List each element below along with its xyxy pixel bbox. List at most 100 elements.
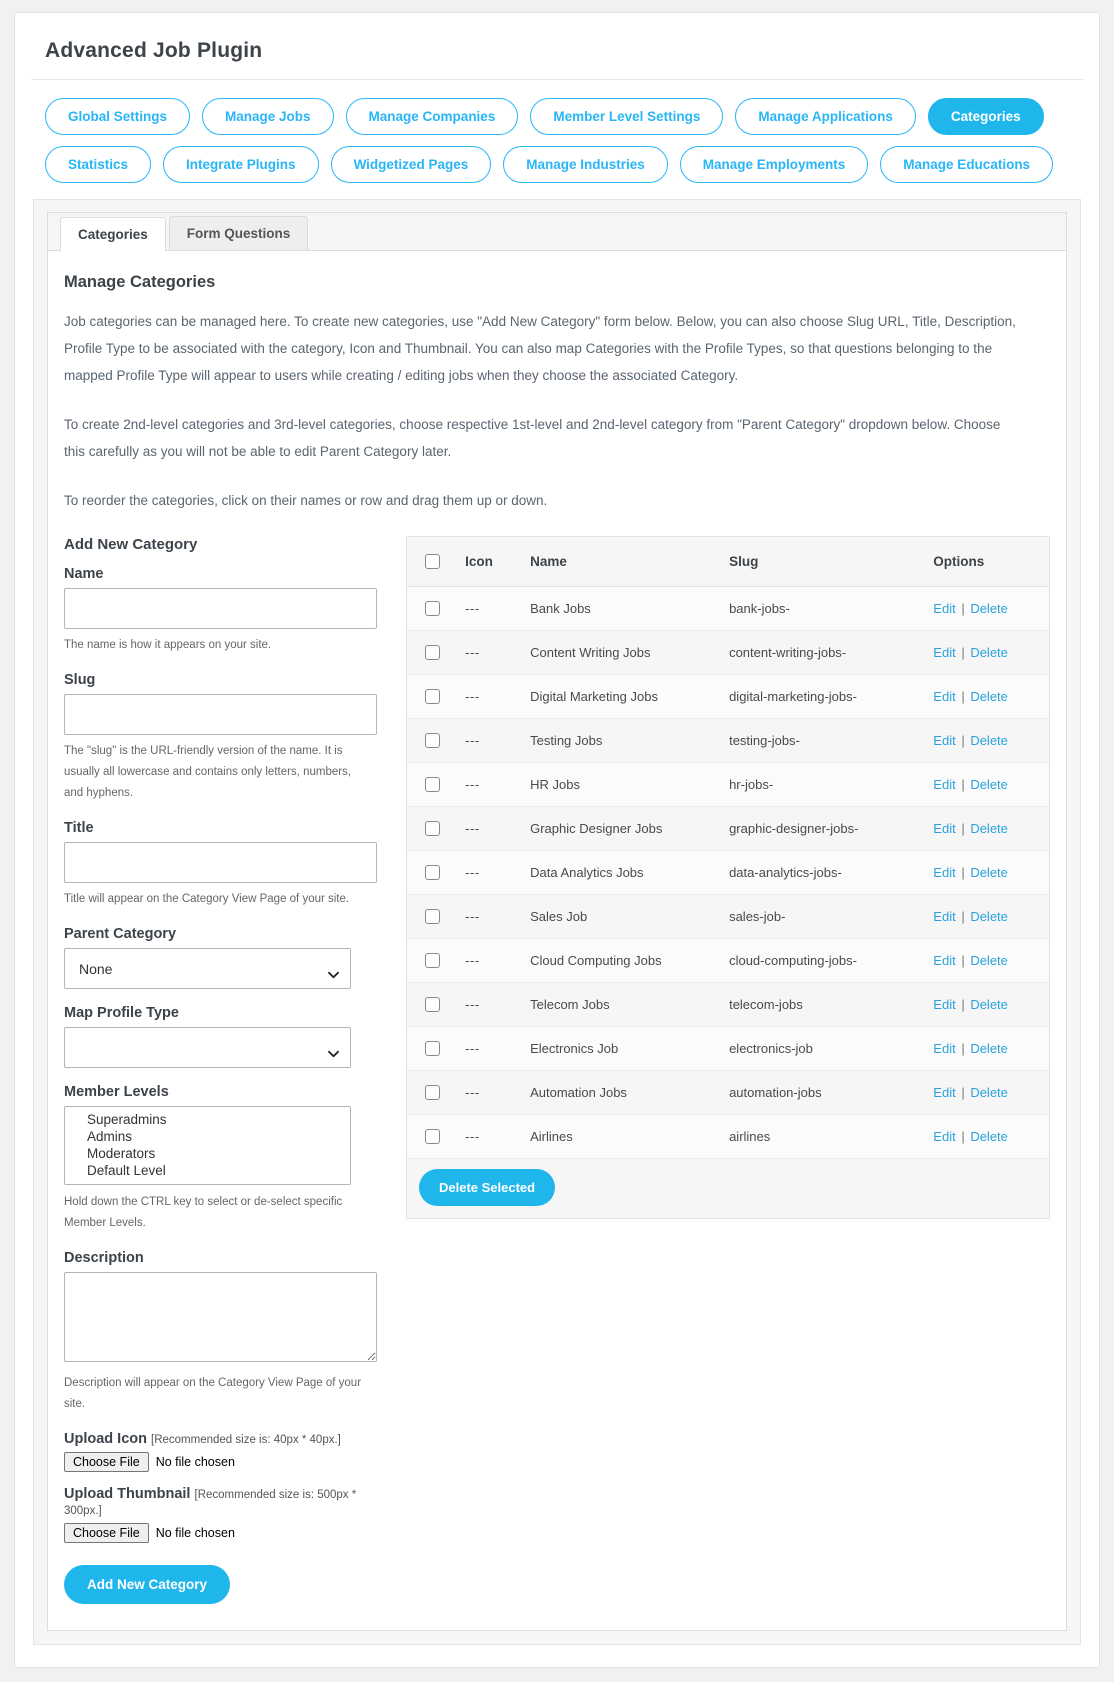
map-profile-type-select[interactable] <box>64 1027 351 1068</box>
nav-pill-manage-employments[interactable]: Manage Employments <box>679 146 869 183</box>
delete-link[interactable]: Delete <box>970 689 1008 704</box>
member-level-option[interactable]: Superadmins <box>77 1111 350 1128</box>
row-category-name[interactable]: Cloud Computing Jobs <box>520 938 720 983</box>
options-separator: | <box>957 1129 969 1144</box>
edit-link[interactable]: Edit <box>933 865 955 880</box>
edit-link[interactable]: Edit <box>933 601 955 616</box>
nav-pill-widgetized-pages[interactable]: Widgetized Pages <box>330 146 492 183</box>
table-row[interactable]: --- Airlines airlines Edit | Delete <box>407 1114 1049 1159</box>
delete-link[interactable]: Delete <box>970 645 1008 660</box>
edit-link[interactable]: Edit <box>933 997 955 1012</box>
nav-pill-manage-companies[interactable]: Manage Companies <box>345 98 519 135</box>
tab-form-questions[interactable]: Form Questions <box>168 216 309 250</box>
delete-link[interactable]: Delete <box>970 909 1008 924</box>
row-checkbox[interactable] <box>425 777 440 792</box>
row-category-name[interactable]: Content Writing Jobs <box>520 630 720 675</box>
row-checkbox[interactable] <box>425 1041 440 1056</box>
slug-input[interactable] <box>64 694 377 735</box>
delete-selected-button[interactable]: Delete Selected <box>419 1169 556 1206</box>
row-checkbox[interactable] <box>425 733 440 748</box>
nav-pill-global-settings[interactable]: Global Settings <box>45 98 191 135</box>
row-checkbox[interactable] <box>425 1085 440 1100</box>
table-row[interactable]: --- Graphic Designer Jobs graphic-designer… <box>407 806 1049 851</box>
add-new-category-button[interactable]: Add New Category <box>64 1565 231 1604</box>
upload-thumbnail-choose-file-button[interactable]: Choose File <box>64 1523 149 1543</box>
select-all-checkbox[interactable] <box>425 554 440 569</box>
table-row[interactable]: --- Content Writing Jobs content-writing-j… <box>407 630 1049 675</box>
row-checkbox[interactable] <box>425 997 440 1012</box>
table-row[interactable]: --- Testing Jobs testing-jobs- Edit | Delet… <box>407 718 1049 763</box>
delete-link[interactable]: Delete <box>970 997 1008 1012</box>
row-category-name[interactable]: Airlines <box>520 1114 720 1159</box>
delete-link[interactable]: Delete <box>970 821 1008 836</box>
table-row[interactable]: --- Data Analytics Jobs data-analytics-job… <box>407 850 1049 895</box>
table-row[interactable]: --- Electronics Job electronics-job Edit | … <box>407 1026 1049 1071</box>
delete-link[interactable]: Delete <box>970 601 1008 616</box>
row-category-name[interactable]: Telecom Jobs <box>520 982 720 1027</box>
nav-pill-categories[interactable]: Categories <box>927 98 1044 135</box>
row-category-name[interactable]: Sales Job <box>520 894 720 939</box>
name-input[interactable] <box>64 588 377 629</box>
row-checkbox[interactable] <box>425 909 440 924</box>
edit-link[interactable]: Edit <box>933 645 955 660</box>
table-row[interactable]: --- Cloud Computing Jobs cloud-computing-j… <box>407 938 1049 983</box>
edit-link[interactable]: Edit <box>933 1129 955 1144</box>
row-category-name[interactable]: Graphic Designer Jobs <box>520 806 720 851</box>
nav-pill-member-level-settings[interactable]: Member Level Settings <box>530 98 724 135</box>
table-row[interactable]: --- Sales Job sales-job- Edit | Delete <box>407 894 1049 939</box>
member-level-option[interactable]: Moderators <box>77 1145 350 1162</box>
table-row[interactable]: --- Automation Jobs automation-jobs Edit | … <box>407 1070 1049 1115</box>
table-row[interactable]: --- HR Jobs hr-jobs- Edit | Delete <box>407 762 1049 807</box>
delete-link[interactable]: Delete <box>970 1041 1008 1056</box>
nav-row-2: Statistics Integrate Plugins Widgetized Pa… <box>45 146 1083 183</box>
delete-link[interactable]: Delete <box>970 953 1008 968</box>
edit-link[interactable]: Edit <box>933 733 955 748</box>
table-row[interactable]: --- Digital Marketing Jobs digital-marketi… <box>407 674 1049 719</box>
table-row[interactable]: --- Telecom Jobs telecom-jobs Edit | Delete <box>407 982 1049 1027</box>
row-category-name[interactable]: Testing Jobs <box>520 718 720 763</box>
table-row[interactable]: --- Bank Jobs bank-jobs- Edit | Delete <box>407 586 1049 631</box>
tab-categories[interactable]: Categories <box>60 217 166 251</box>
row-category-name[interactable]: Electronics Job <box>520 1026 720 1071</box>
nav-pill-manage-educations[interactable]: Manage Educations <box>880 146 1054 183</box>
delete-link[interactable]: Delete <box>970 1085 1008 1100</box>
upload-icon-choose-file-button[interactable]: Choose File <box>64 1452 149 1472</box>
description-textarea[interactable] <box>64 1272 377 1362</box>
edit-link[interactable]: Edit <box>933 821 955 836</box>
edit-link[interactable]: Edit <box>933 1041 955 1056</box>
delete-link[interactable]: Delete <box>970 777 1008 792</box>
row-category-name[interactable]: Automation Jobs <box>520 1070 720 1115</box>
nav-pill-integrate-plugins[interactable]: Integrate Plugins <box>163 146 319 183</box>
delete-link[interactable]: Delete <box>970 865 1008 880</box>
row-category-name[interactable]: Bank Jobs <box>520 586 720 631</box>
row-checkbox[interactable] <box>425 953 440 968</box>
title-input[interactable] <box>64 842 377 883</box>
row-category-name[interactable]: Data Analytics Jobs <box>520 850 720 895</box>
row-category-name[interactable]: HR Jobs <box>520 762 720 807</box>
row-checkbox[interactable] <box>425 865 440 880</box>
table-head: Icon Name Slug Options <box>407 537 1049 587</box>
row-checkbox[interactable] <box>425 645 440 660</box>
row-category-name[interactable]: Digital Marketing Jobs <box>520 674 720 719</box>
delete-link[interactable]: Delete <box>970 1129 1008 1144</box>
edit-link[interactable]: Edit <box>933 909 955 924</box>
nav-pill-statistics[interactable]: Statistics <box>45 146 152 183</box>
nav-pill-manage-industries[interactable]: Manage Industries <box>503 146 668 183</box>
nav-pill-manage-jobs[interactable]: Manage Jobs <box>202 98 334 135</box>
edit-link[interactable]: Edit <box>933 953 955 968</box>
edit-link[interactable]: Edit <box>933 777 955 792</box>
delete-link[interactable]: Delete <box>970 733 1008 748</box>
row-checkbox[interactable] <box>425 1129 440 1144</box>
edit-link[interactable]: Edit <box>933 689 955 704</box>
edit-link[interactable]: Edit <box>933 1085 955 1100</box>
member-level-option[interactable]: Default Level <box>77 1162 350 1179</box>
row-checkbox[interactable] <box>425 601 440 616</box>
member-levels-listbox[interactable]: SuperadminsAdminsModeratorsDefault Level <box>64 1106 351 1185</box>
member-levels-label: Member Levels <box>64 1084 169 1100</box>
member-level-option[interactable]: Admins <box>77 1128 350 1145</box>
row-checkbox[interactable] <box>425 689 440 704</box>
parent-category-select[interactable]: None <box>64 948 351 989</box>
nav-pill-manage-applications[interactable]: Manage Applications <box>735 98 916 135</box>
row-checkbox[interactable] <box>425 821 440 836</box>
panel-body: Manage Categories Job categories can be … <box>48 251 1066 1630</box>
